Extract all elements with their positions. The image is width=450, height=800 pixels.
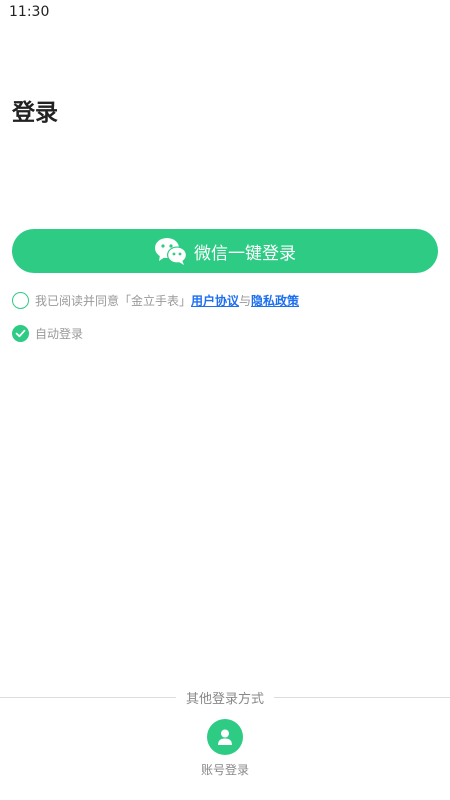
agreement-row: 我已阅读并同意「金立手表」 用户协议 与 隐私政策 — [12, 292, 299, 309]
other-methods-label: 其他登录方式 — [175, 692, 274, 707]
wechat-login-button[interactable]: 微信一键登录 — [12, 229, 438, 273]
wechat-icon — [154, 236, 188, 266]
user-icon — [218, 729, 232, 745]
account-login-button[interactable] — [207, 719, 243, 755]
agreement-prefix: 我已阅读并同意「金立手表」 — [35, 294, 192, 308]
account-login-label[interactable]: 账号登录 — [0, 761, 450, 778]
agreement-conjunction: 与 — [239, 294, 252, 308]
check-icon — [15, 329, 26, 338]
auto-login-label: 自动登录 — [35, 327, 84, 341]
page-title: 登录 — [12, 100, 58, 126]
auto-login-checkbox[interactable] — [12, 325, 29, 342]
auto-login-row: 自动登录 — [12, 325, 83, 342]
privacy-policy-link[interactable]: 隐私政策 — [251, 292, 299, 309]
user-agreement-link[interactable]: 用户协议 — [191, 292, 239, 309]
agreement-checkbox[interactable] — [12, 292, 29, 309]
status-bar-time: 11:30 — [9, 4, 50, 20]
other-methods-heading: 其他登录方式 — [0, 688, 450, 707]
wechat-login-label: 微信一键登录 — [194, 243, 296, 264]
